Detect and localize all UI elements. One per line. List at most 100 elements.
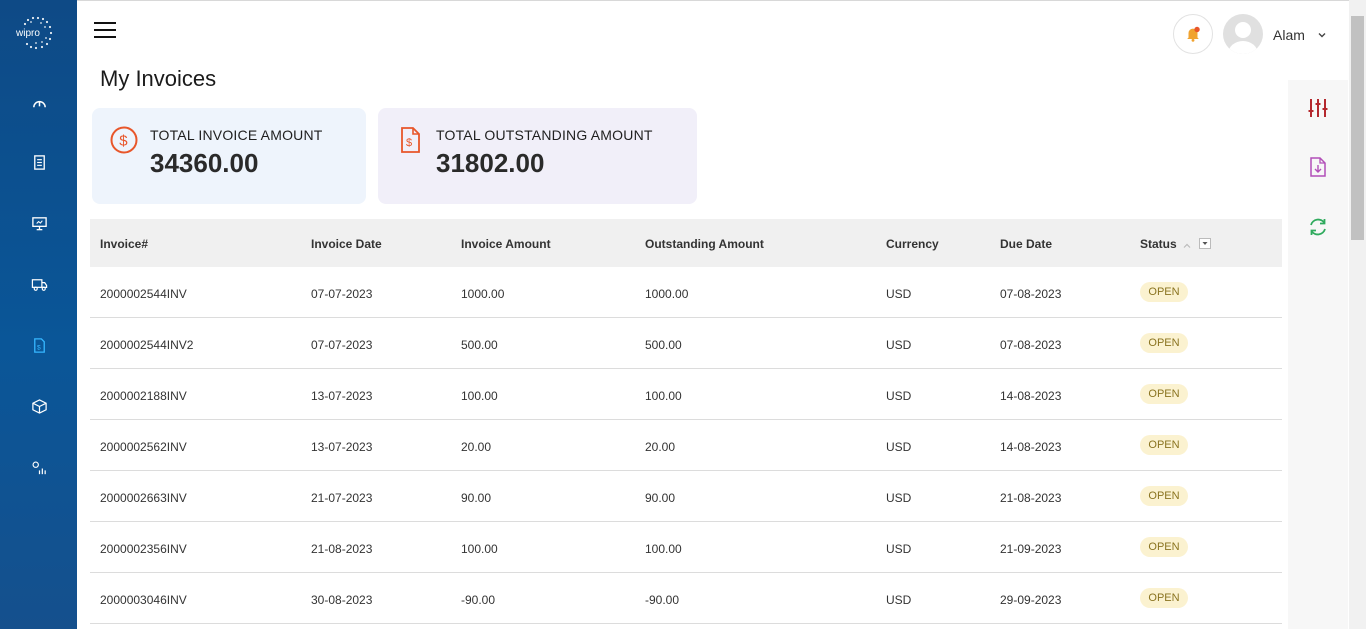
column-header-invoice-date[interactable]: Invoice Date bbox=[311, 237, 382, 251]
avatar[interactable] bbox=[1223, 14, 1263, 54]
cell-outstanding-amount: 90.00 bbox=[645, 491, 676, 505]
status-badge: OPEN bbox=[1140, 384, 1188, 404]
status-filter-dropdown[interactable] bbox=[1199, 238, 1211, 249]
sidebar-item-packages[interactable] bbox=[26, 393, 52, 419]
cell-invoice-date: 13-07-2023 bbox=[311, 389, 373, 403]
notification-button[interactable] bbox=[1173, 14, 1213, 54]
cell-invoice[interactable]: 2000002544INV2 bbox=[100, 338, 193, 352]
monitor-icon bbox=[31, 216, 47, 230]
menu-toggle-button[interactable] bbox=[94, 22, 116, 40]
sidebar-item-invoices[interactable]: $ bbox=[26, 332, 52, 358]
cell-invoice-amount: -90.00 bbox=[461, 593, 496, 607]
cell-outstanding-amount: 20.00 bbox=[645, 440, 676, 454]
table-row[interactable]: 2000002562INV 13-07-2023 20.00 20.00 USD… bbox=[90, 420, 1282, 471]
sidebar-item-purchase-orders[interactable] bbox=[26, 149, 52, 175]
cell-invoice-date: 07-07-2023 bbox=[311, 287, 373, 301]
cell-currency: USD bbox=[886, 389, 912, 403]
sidebar: wipro $ bbox=[0, 0, 77, 629]
cell-currency: USD bbox=[886, 593, 912, 607]
analytics-icon bbox=[32, 461, 46, 474]
total-invoice-value: 34360.00 bbox=[150, 148, 259, 178]
user-avatar-icon bbox=[1228, 22, 1258, 54]
package-icon bbox=[31, 398, 47, 414]
cell-invoice[interactable]: 2000002562INV bbox=[100, 440, 187, 454]
page-scrollbar[interactable] bbox=[1349, 0, 1366, 629]
cell-invoice-date: 21-08-2023 bbox=[311, 542, 373, 556]
cell-due-date: 07-08-2023 bbox=[1000, 287, 1062, 301]
svg-text:$: $ bbox=[406, 137, 412, 149]
status-badge: OPEN bbox=[1140, 435, 1188, 455]
column-header-status[interactable]: Status bbox=[1140, 237, 1177, 251]
topbar-divider bbox=[77, 0, 1366, 1]
cell-currency: USD bbox=[886, 440, 912, 454]
column-header-currency[interactable]: Currency bbox=[886, 237, 939, 251]
column-header-invoice-amount[interactable]: Invoice Amount bbox=[461, 237, 551, 251]
total-outstanding-card: $ TOTAL OUTSTANDING AMOUNT 31802.00 bbox=[378, 108, 697, 204]
dashboard-icon bbox=[32, 100, 46, 107]
svg-text:$: $ bbox=[119, 133, 128, 150]
cell-outstanding-amount: -90.00 bbox=[645, 593, 680, 607]
cell-currency: USD bbox=[886, 338, 912, 352]
user-menu-chevron[interactable] bbox=[1316, 28, 1328, 40]
scrollbar-thumb[interactable] bbox=[1351, 16, 1364, 240]
cell-invoice-date: 21-07-2023 bbox=[311, 491, 373, 505]
cell-due-date: 21-09-2023 bbox=[1000, 542, 1062, 556]
sidebar-item-monitor[interactable] bbox=[26, 210, 52, 236]
cell-invoice[interactable]: 2000003046INV bbox=[100, 593, 187, 607]
caret-down-icon bbox=[1202, 242, 1208, 245]
shipment-truck-icon bbox=[31, 278, 47, 291]
cell-invoice-amount: 90.00 bbox=[461, 491, 492, 505]
cell-invoice[interactable]: 2000002544INV bbox=[100, 287, 187, 301]
cell-invoice[interactable]: 2000002188INV bbox=[100, 389, 187, 403]
sidebar-item-dashboard[interactable] bbox=[26, 90, 52, 116]
user-name[interactable]: Alam bbox=[1273, 27, 1305, 43]
column-header-due-date[interactable]: Due Date bbox=[1000, 237, 1052, 251]
cell-outstanding-amount: 1000.00 bbox=[645, 287, 689, 301]
filter-button[interactable] bbox=[1307, 97, 1329, 119]
total-invoice-card: $ TOTAL INVOICE AMOUNT 34360.00 bbox=[92, 108, 366, 204]
cell-invoice-amount: 500.00 bbox=[461, 338, 498, 352]
cell-invoice[interactable]: 2000002356INV bbox=[100, 542, 187, 556]
cell-invoice-amount: 100.00 bbox=[461, 542, 498, 556]
table-body: 2000002544INV 07-07-2023 1000.00 1000.00… bbox=[90, 267, 1282, 624]
cell-outstanding-amount: 500.00 bbox=[645, 338, 682, 352]
invoice-document-icon: $ bbox=[395, 125, 425, 155]
download-file-icon bbox=[1310, 157, 1326, 177]
column-header-invoice[interactable]: Invoice# bbox=[100, 237, 148, 251]
download-button[interactable] bbox=[1307, 156, 1329, 178]
invoices-table: Invoice# Invoice Date Invoice Amount Out… bbox=[90, 219, 1282, 624]
cell-outstanding-amount: 100.00 bbox=[645, 542, 682, 556]
table-row[interactable]: 2000002356INV 21-08-2023 100.00 100.00 U… bbox=[90, 522, 1282, 573]
cell-invoice[interactable]: 2000002663INV bbox=[100, 491, 187, 505]
table-row[interactable]: 2000002188INV 13-07-2023 100.00 100.00 U… bbox=[90, 369, 1282, 420]
logo-text: wipro bbox=[15, 28, 40, 39]
cell-currency: USD bbox=[886, 287, 912, 301]
invoice-icon: $ bbox=[33, 337, 45, 353]
total-invoice-label: TOTAL INVOICE AMOUNT bbox=[150, 127, 323, 143]
wipro-logo[interactable]: wipro bbox=[14, 14, 56, 52]
right-tool-panel bbox=[1288, 80, 1348, 629]
column-header-outstanding-amount[interactable]: Outstanding Amount bbox=[645, 237, 764, 251]
refresh-button[interactable] bbox=[1307, 216, 1329, 238]
table-row[interactable]: 2000002544INV 07-07-2023 1000.00 1000.00… bbox=[90, 267, 1282, 318]
refresh-icon bbox=[1310, 218, 1326, 236]
chevron-down-icon bbox=[1318, 33, 1326, 38]
cell-due-date: 14-08-2023 bbox=[1000, 389, 1062, 403]
cell-invoice-date: 30-08-2023 bbox=[311, 593, 373, 607]
sidebar-item-analytics[interactable] bbox=[26, 455, 52, 481]
status-badge: OPEN bbox=[1140, 333, 1188, 353]
sort-asc-icon[interactable] bbox=[1182, 238, 1192, 248]
cell-currency: USD bbox=[886, 542, 912, 556]
table-row[interactable]: 2000002544INV2 07-07-2023 500.00 500.00 … bbox=[90, 318, 1282, 369]
sidebar-item-shipments[interactable] bbox=[26, 271, 52, 297]
filter-sliders-icon bbox=[1308, 99, 1328, 117]
total-outstanding-value: 31802.00 bbox=[436, 148, 545, 178]
cell-due-date: 21-08-2023 bbox=[1000, 491, 1062, 505]
total-outstanding-label: TOTAL OUTSTANDING AMOUNT bbox=[436, 127, 653, 143]
status-badge: OPEN bbox=[1140, 282, 1188, 302]
cell-due-date: 07-08-2023 bbox=[1000, 338, 1062, 352]
cell-due-date: 29-09-2023 bbox=[1000, 593, 1062, 607]
dollar-circle-icon: $ bbox=[109, 125, 139, 155]
table-row[interactable]: 2000002663INV 21-07-2023 90.00 90.00 USD… bbox=[90, 471, 1282, 522]
table-row[interactable]: 2000003046INV 30-08-2023 -90.00 -90.00 U… bbox=[90, 573, 1282, 624]
